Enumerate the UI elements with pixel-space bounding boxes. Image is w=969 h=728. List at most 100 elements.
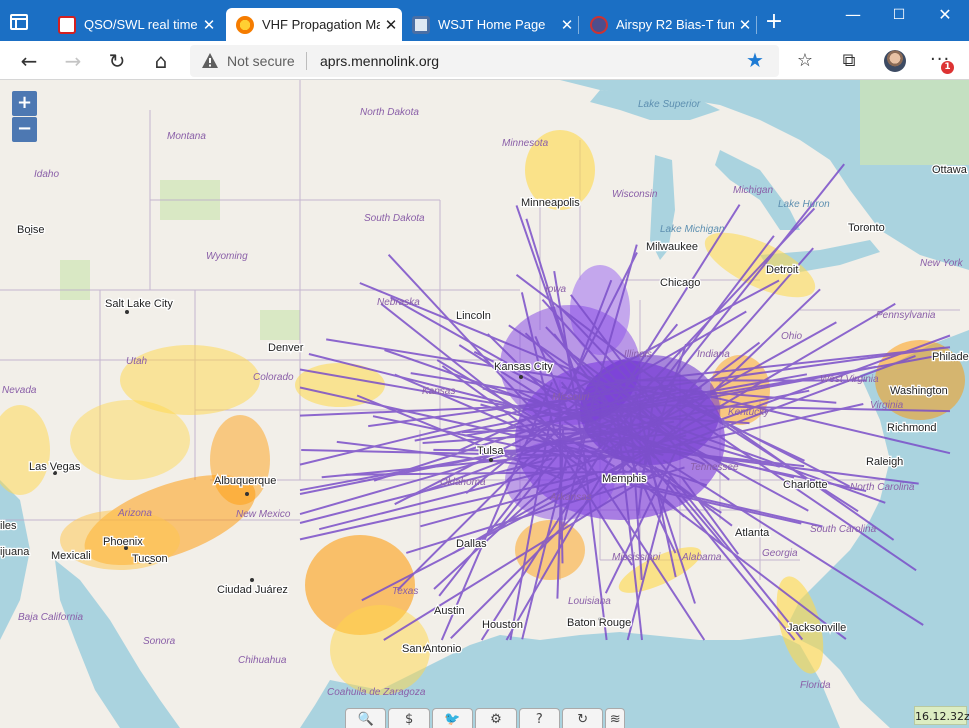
city-label: Raleigh (866, 456, 903, 468)
city-label: Detroit (766, 264, 798, 276)
airspy-favicon-icon (590, 15, 608, 34)
city-label: Minneapolis (521, 197, 580, 209)
city-label: iles (0, 520, 17, 532)
propagation-map[interactable]: Boise Salt Lake City Denver Las Vegas Al… (0, 80, 969, 728)
dollar-icon[interactable]: $ (388, 708, 430, 728)
region-label: Louisiana (568, 596, 611, 607)
region-label: Sonora (143, 636, 176, 647)
region-label: Montana (167, 131, 206, 142)
city-label: Lincoln (456, 310, 491, 322)
region-label: South Carolina (810, 524, 877, 535)
region-label: Wyoming (206, 251, 248, 262)
city-label: Tulsa (477, 445, 504, 457)
minimize-button[interactable]: — (830, 0, 876, 32)
tab-vhf-propagation[interactable]: VHF Propagation Ma ✕ (226, 8, 402, 41)
city-label: Milwaukee (646, 241, 698, 253)
tab-bar: QSO/SWL real time r ✕ VHF Propagation Ma… (0, 0, 969, 41)
city-label: San Antonio (402, 643, 461, 655)
help-icon[interactable]: ? (518, 708, 561, 728)
zoom-in-button[interactable]: + (12, 91, 37, 116)
tab-airspy[interactable]: Airspy R2 Bias-T func ✕ (580, 8, 756, 41)
tab-close-icon[interactable]: ✕ (734, 16, 756, 34)
home-button[interactable]: ⌂ (148, 48, 174, 74)
city-label: Austin (434, 605, 465, 617)
region-label: Nebraska (377, 297, 420, 308)
city-label: Houston (482, 619, 523, 631)
region-label: Iowa (545, 284, 567, 295)
url-separator (306, 52, 307, 70)
layers-icon[interactable]: ≋ (605, 708, 625, 728)
browser-window: QSO/SWL real time r ✕ VHF Propagation Ma… (0, 0, 969, 728)
map-canvas: Boise Salt Lake City Denver Las Vegas Al… (0, 80, 969, 728)
city-label: Ciudad Juárez (217, 584, 288, 596)
tab-separator (756, 16, 757, 34)
city-label: Philade (932, 351, 969, 363)
favorite-star-icon[interactable]: ★ (746, 48, 764, 72)
tab-label: WSJT Home Page (438, 17, 546, 32)
region-label: Nevada (2, 385, 37, 396)
region-label: Lake Superior (638, 99, 701, 110)
notification-badge: 1 (941, 61, 954, 74)
gear-icon[interactable]: ⚙ (475, 708, 517, 728)
city-label: Ottawa (932, 164, 968, 176)
region-label: South Dakota (364, 213, 425, 224)
city-label: Richmond (887, 422, 937, 434)
tab-separator (578, 16, 579, 34)
city-label: Chicago (660, 277, 700, 289)
city-label: Washington (890, 385, 948, 397)
region-label: Lake Michigan (660, 224, 725, 235)
back-button[interactable]: ← (16, 48, 42, 74)
tab-close-icon[interactable]: ✕ (198, 16, 220, 34)
region-label: Utah (126, 356, 148, 367)
map-bottom-toolbar: 🔍 $ 🐦 ⚙ ? ↻ ≋ (345, 708, 625, 728)
new-tab-button[interactable]: + (764, 11, 784, 33)
profile-avatar[interactable] (884, 50, 906, 72)
region-label: Alabama (681, 552, 722, 563)
address-bar[interactable]: Not secure aprs.mennolink.org ★ (190, 45, 779, 77)
region-label: Lake Huron (778, 199, 830, 210)
vhf-favicon-icon (236, 15, 254, 34)
favorites-button[interactable]: ☆ (792, 48, 818, 74)
region-label: Arizona (117, 508, 152, 519)
forward-button[interactable]: → (60, 48, 86, 74)
refresh-icon[interactable]: ↻ (562, 708, 604, 728)
reload-button[interactable]: ↻ (104, 48, 130, 74)
search-icon[interactable]: 🔍 (345, 708, 387, 728)
tab-label: QSO/SWL real time r (84, 17, 198, 32)
city-label: ijuana (0, 546, 30, 558)
region-label: Florida (800, 680, 831, 691)
region-label: Missouri (552, 392, 590, 403)
region-label: New York (920, 258, 964, 269)
tab-qso-swl[interactable]: QSO/SWL real time r ✕ (48, 8, 220, 41)
region-label: Mississippi (612, 552, 661, 563)
region-label: Michigan (733, 185, 773, 196)
city-label: Toronto (848, 222, 885, 234)
tab-wsjt[interactable]: WSJT Home Page ✕ (402, 8, 578, 41)
tab-close-icon[interactable]: ✕ (380, 16, 402, 34)
region-label: Tennessee (690, 462, 739, 473)
close-window-button[interactable]: ✕ (922, 0, 968, 32)
zoom-out-button[interactable]: − (12, 117, 37, 142)
region-label: Indiana (697, 349, 730, 360)
city-label: Tucson (132, 553, 168, 565)
maximize-button[interactable]: ☐ (876, 0, 922, 32)
region-label: Arkansas (549, 492, 592, 503)
url-text[interactable]: aprs.mennolink.org (320, 53, 439, 69)
region-label: Oklahoma (440, 477, 486, 488)
region-label: West Virginia (820, 374, 879, 385)
region-label: Coahuila de Zaragoza (327, 687, 426, 698)
tab-close-icon[interactable]: ✕ (556, 16, 578, 34)
twitter-icon[interactable]: 🐦 (431, 708, 474, 728)
city-label: Jacksonville (787, 622, 846, 634)
city-label: Baton Rouge (567, 617, 631, 629)
collections-button[interactable]: ⧉ (836, 48, 862, 74)
region-label: Minnesota (502, 138, 549, 149)
propagation-path-line (680, 476, 740, 555)
tab-label: VHF Propagation Ma (262, 17, 380, 32)
security-label[interactable]: Not secure (227, 53, 295, 69)
region-label: North Carolina (850, 482, 915, 493)
city-label: Albuquerque (214, 475, 276, 487)
tab-actions-icon[interactable] (10, 14, 28, 30)
region-label: Georgia (762, 548, 798, 559)
region-label: Kentucky (728, 407, 770, 418)
